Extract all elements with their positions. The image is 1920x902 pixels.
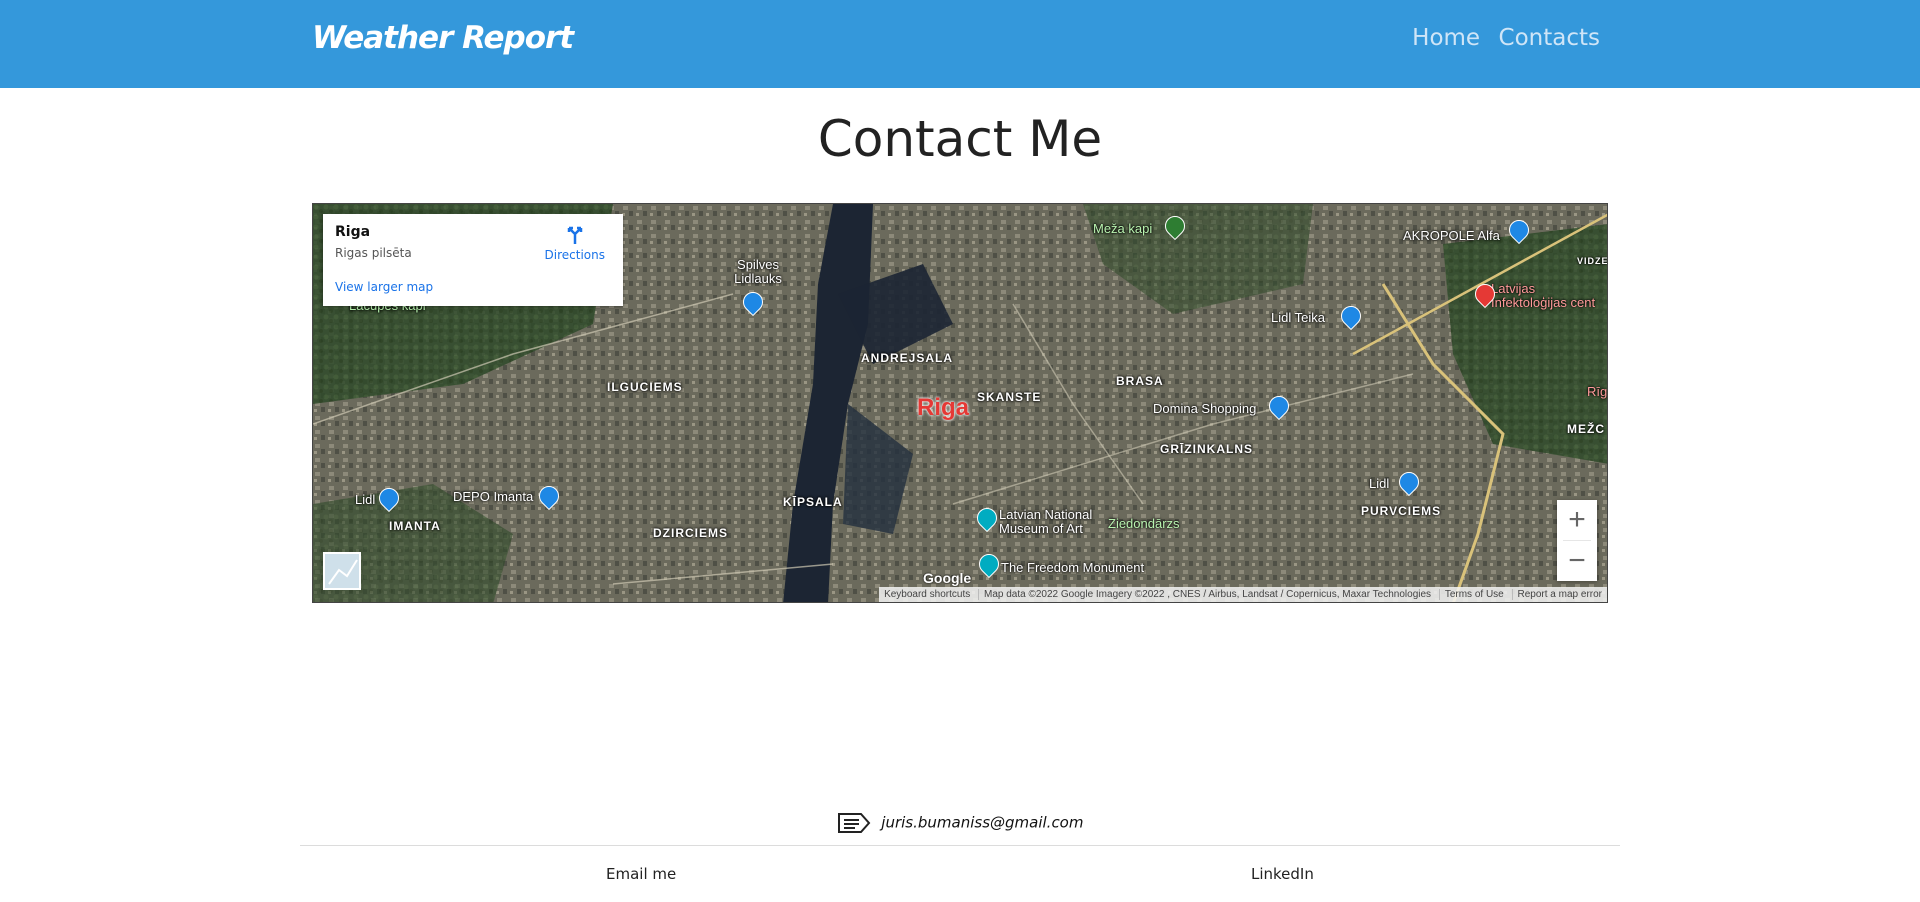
map-district-label: DZIRCIEMS xyxy=(653,526,728,540)
map-poi-label[interactable]: DEPO Imanta xyxy=(453,489,533,504)
contact-email-text[interactable]: juris.bumaniss@gmail.com xyxy=(881,814,1083,832)
terms-of-use-link[interactable]: Terms of Use xyxy=(1438,589,1509,600)
page-title: Contact Me xyxy=(817,110,1103,168)
contact-email: juris.bumaniss@gmail.com xyxy=(0,812,1920,834)
map-district-label: KĪPSALA xyxy=(783,495,843,509)
directions-button[interactable]: Directions xyxy=(545,224,605,262)
map-poi-label[interactable]: Lidl xyxy=(1369,476,1389,491)
map-data-credit: Map data ©2022 Google Imagery ©2022 , CN… xyxy=(978,589,1437,600)
map-info-card: Riga Rigas pilsēta View larger map Direc… xyxy=(323,214,623,306)
map-district-label: IMANTA xyxy=(389,519,441,533)
map-district-label: ILGUCIEMS xyxy=(607,380,683,394)
map-poi-label[interactable]: Meža kapi xyxy=(1093,221,1152,236)
view-larger-map-link[interactable]: View larger map xyxy=(335,280,433,294)
map-district-label: GRĪZINKALNS xyxy=(1160,442,1253,456)
map-district-label: BRASA xyxy=(1116,374,1164,388)
embedded-map[interactable]: ANDREJSALA SKANSTE BRASA ILGUCIEMS IMANT… xyxy=(312,203,1608,603)
map-poi-label[interactable]: Ziedondārzs xyxy=(1108,516,1180,531)
map-poi-label[interactable]: AKROPOLE Alfa xyxy=(1403,228,1500,243)
email-me-link[interactable]: Email me xyxy=(606,865,676,883)
map-poi-label[interactable]: The Freedom Monument xyxy=(1001,560,1144,575)
linkedin-link[interactable]: LinkedIn xyxy=(1251,865,1314,883)
report-map-error-link[interactable]: Report a map error xyxy=(1511,589,1607,600)
map-place-name: Riga xyxy=(335,224,371,240)
directions-icon xyxy=(567,226,583,244)
map-place-subtitle: Rigas pilsēta xyxy=(335,246,412,260)
map-district-label: ANDREJSALA xyxy=(861,351,954,365)
map-district-label: PURVCIEMS xyxy=(1361,504,1442,518)
map-zoom-controls: + − xyxy=(1557,500,1597,581)
mail-icon xyxy=(837,813,870,833)
zoom-out-button[interactable]: − xyxy=(1557,541,1597,581)
directions-label: Directions xyxy=(544,248,605,262)
nav-contacts-link[interactable]: Contacts xyxy=(1499,25,1600,51)
map-layer-icon xyxy=(328,559,358,585)
brand-logo[interactable]: Weather Report xyxy=(312,20,574,56)
zoom-in-button[interactable]: + xyxy=(1557,500,1597,540)
map-poi-label[interactable]: Lidl Teika xyxy=(1271,310,1325,325)
map-poi-label[interactable]: Latvian National Museum of Art xyxy=(999,508,1109,536)
navbar: Weather Report Home Contacts xyxy=(0,0,1920,88)
map-city-label: Riga xyxy=(917,394,970,421)
google-logo: Google xyxy=(923,570,972,586)
footer-divider xyxy=(300,845,1620,846)
map-district-label: SKANSTE xyxy=(977,390,1042,404)
map-poi-label[interactable]: Spilves Lidlauks xyxy=(728,258,788,286)
map-district-label: MEŽC xyxy=(1567,422,1605,436)
map-district-label: VIDZE xyxy=(1577,256,1608,266)
map-poi-label[interactable]: Latvijas Infektoloģijas cent xyxy=(1491,282,1607,310)
nav-links: Home Contacts xyxy=(1398,25,1600,51)
keyboard-shortcuts-link[interactable]: Keyboard shortcuts xyxy=(879,589,975,600)
map-poi-label[interactable]: Lidl xyxy=(355,492,375,507)
map-layer-toggle[interactable] xyxy=(323,552,361,590)
nav-home-link[interactable]: Home xyxy=(1412,25,1480,51)
map-poi-label[interactable]: Domina Shopping xyxy=(1153,401,1256,416)
map-attribution-bar: Keyboard shortcuts Map data ©2022 Google… xyxy=(879,587,1607,602)
map-poi-label[interactable]: Rīg xyxy=(1587,384,1607,399)
